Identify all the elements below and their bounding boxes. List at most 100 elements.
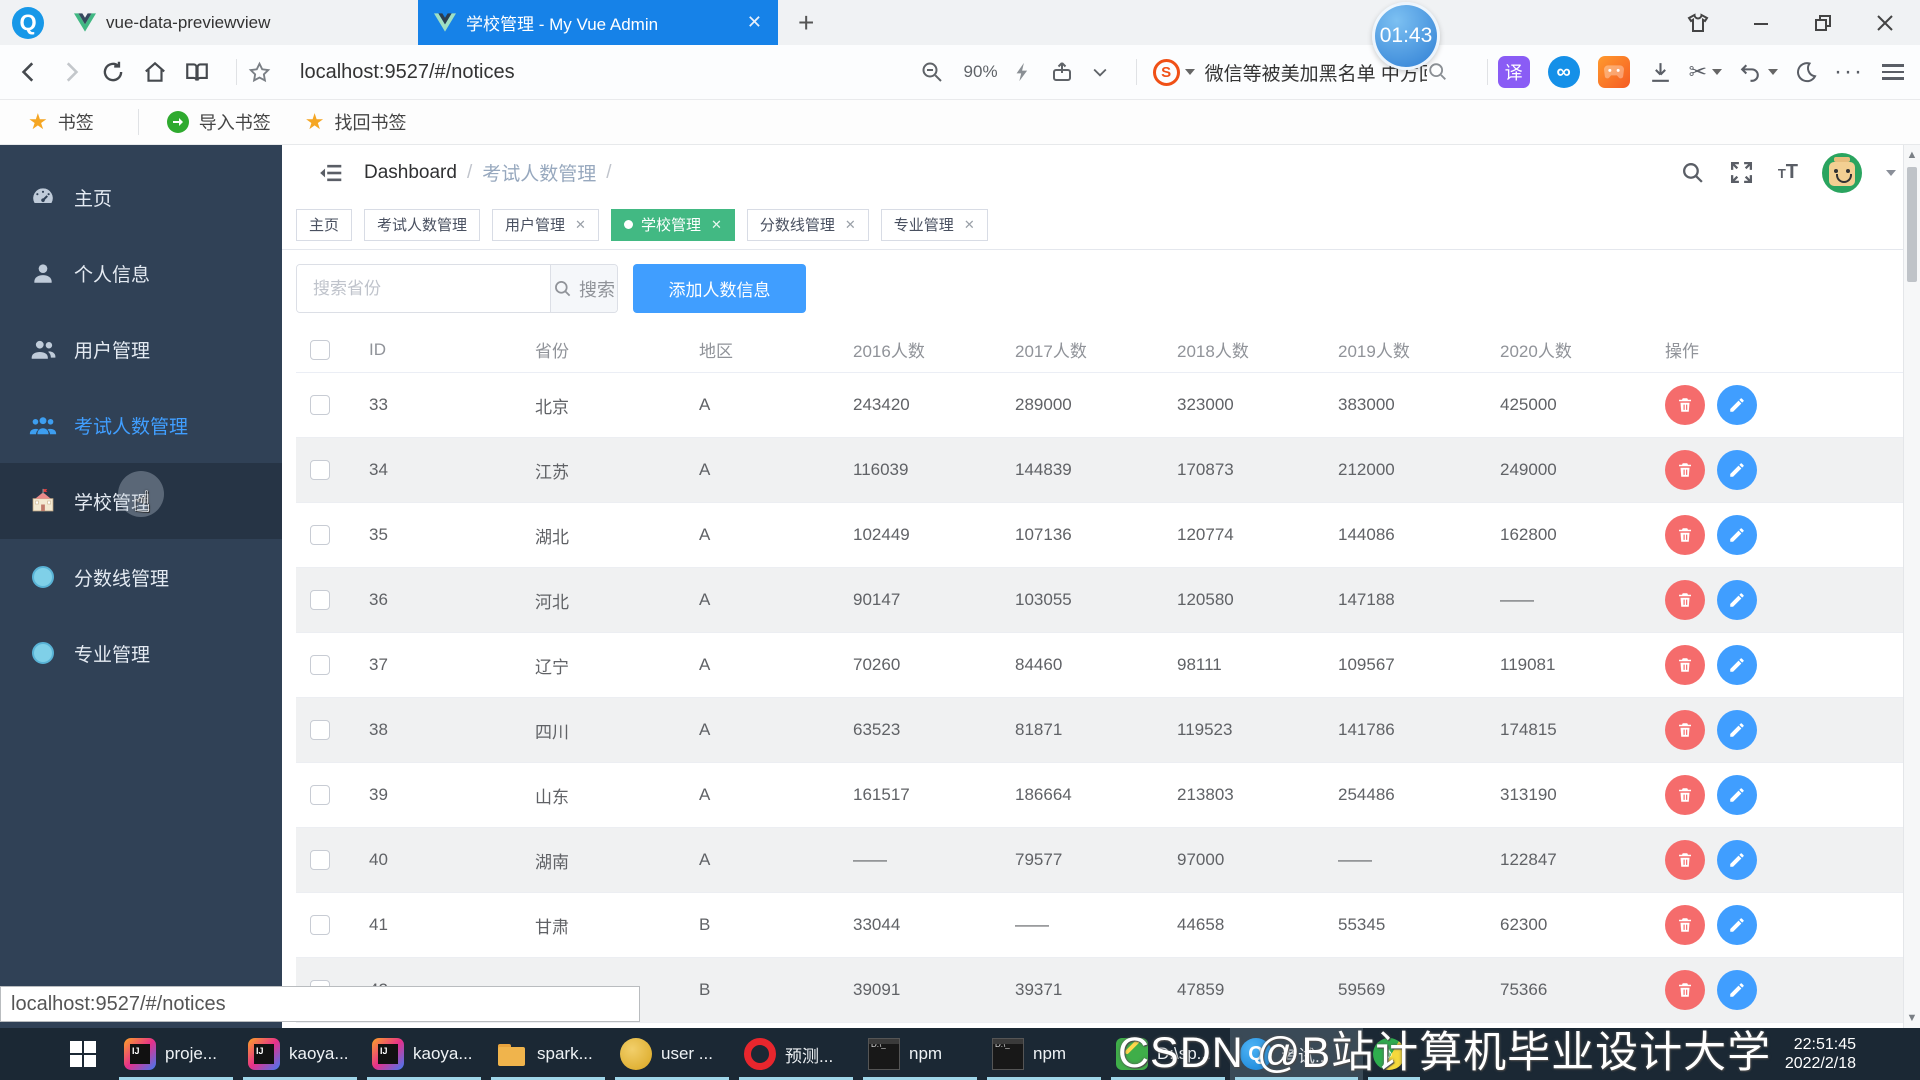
avatar-caret-icon[interactable] [1886,170,1896,176]
tag-close-icon[interactable]: ✕ [575,217,586,233]
forward-button[interactable] [58,59,84,85]
back-button[interactable] [16,59,42,85]
taskbar-item-intellij-3[interactable]: IJ kaoya... [362,1028,486,1080]
sogou-icon[interactable]: S [1153,59,1180,86]
more-menu-icon[interactable]: ··· [1834,58,1864,86]
add-record-button[interactable]: 添加人数信息 [633,264,806,313]
delete-button[interactable] [1665,710,1705,750]
tag-schools-active[interactable]: 学校管理✕ [611,209,735,241]
row-checkbox[interactable] [310,850,330,870]
browser-logo-icon[interactable]: Q [12,7,44,39]
row-checkbox[interactable] [310,525,330,545]
browser-tab-2[interactable]: 学校管理 - My Vue Admin ✕ [418,0,778,45]
minimize-button[interactable] [1750,12,1772,34]
edit-button[interactable] [1717,710,1757,750]
chevron-down-icon[interactable] [1090,62,1110,82]
home-button[interactable] [142,59,168,85]
scroll-down-icon[interactable]: ▼ [1904,1012,1920,1024]
night-mode-icon[interactable] [1794,60,1818,84]
taskbar-item-navicat[interactable]: user ... [610,1028,734,1080]
collect-icon[interactable]: ∞ [1548,56,1580,88]
delete-button[interactable] [1665,775,1705,815]
row-checkbox[interactable] [310,590,330,610]
edit-button[interactable] [1717,645,1757,685]
search-icon[interactable] [1427,61,1449,83]
games-icon[interactable] [1598,56,1630,88]
url-field[interactable]: localhost:9527/#/notices [300,61,920,84]
tag-users[interactable]: 用户管理✕ [492,209,599,241]
avatar[interactable] [1822,153,1862,193]
screenshot-scissors-icon[interactable]: ✂ [1689,60,1722,85]
flash-icon[interactable] [1012,60,1034,84]
edit-button[interactable] [1717,840,1757,880]
zoom-level[interactable]: 90% [964,62,998,82]
scrollbar-thumb[interactable] [1907,167,1917,282]
import-bookmarks[interactable]: 导入书签 [167,109,271,135]
sidebar-item-exam-numbers[interactable]: 考试人数管理 [0,387,282,463]
restore-button[interactable] [1812,12,1834,34]
sidebar-item-home[interactable]: 主页 [0,159,282,235]
row-checkbox[interactable] [310,395,330,415]
edit-button[interactable] [1717,450,1757,490]
scroll-up-icon[interactable]: ▲ [1904,149,1920,161]
edit-button[interactable] [1717,905,1757,945]
delete-button[interactable] [1665,385,1705,425]
sidebar-item-score-lines[interactable]: 分数线管理 [0,539,282,615]
share-icon[interactable] [1050,60,1074,84]
taskbar-item-intellij-2[interactable]: IJ kaoya... [238,1028,362,1080]
sidebar-item-majors[interactable]: 专业管理 [0,615,282,691]
taskbar-item-npm-1[interactable]: npm [858,1028,982,1080]
delete-button[interactable] [1665,515,1705,555]
taskbar-item-npm-2[interactable]: npm [982,1028,1106,1080]
start-button[interactable] [52,1028,114,1080]
tag-close-icon[interactable]: ✕ [711,217,722,233]
delete-button[interactable] [1665,970,1705,1010]
tag-exam-numbers[interactable]: 考试人数管理 [364,209,480,241]
edit-button[interactable] [1717,515,1757,555]
row-checkbox[interactable] [310,720,330,740]
delete-button[interactable] [1665,840,1705,880]
engine-caret-icon[interactable] [1185,69,1195,75]
edit-button[interactable] [1717,970,1757,1010]
sidebar-item-profile[interactable]: 个人信息 [0,235,282,311]
taskbar-item-folder[interactable]: spark... [486,1028,610,1080]
tag-close-icon[interactable]: ✕ [845,217,856,233]
skin-icon[interactable] [1686,11,1710,35]
tag-close-icon[interactable]: ✕ [964,217,975,233]
delete-button[interactable] [1665,905,1705,945]
recover-bookmarks[interactable]: ★ 找回书签 [305,109,407,135]
main-menu-icon[interactable] [1882,60,1904,84]
collapse-sidebar-icon[interactable] [318,160,344,186]
close-button[interactable] [1874,12,1896,34]
reload-button[interactable] [100,59,126,85]
row-checkbox[interactable] [310,655,330,675]
taskbar-item-opera[interactable]: 预测... [734,1028,858,1080]
tag-majors[interactable]: 专业管理✕ [881,209,988,241]
tag-score-lines[interactable]: 分数线管理✕ [747,209,869,241]
font-size-icon[interactable]: TT [1778,161,1798,184]
edit-button[interactable] [1717,385,1757,425]
search-button[interactable]: 搜索 [550,265,617,312]
sidebar-item-users[interactable]: 用户管理 [0,311,282,387]
tab-close-icon[interactable]: ✕ [729,12,762,33]
fullscreen-icon[interactable] [1729,160,1754,185]
row-checkbox[interactable] [310,915,330,935]
delete-button[interactable] [1665,580,1705,620]
page-scrollbar[interactable]: ▲ ▼ [1903,145,1920,1028]
breadcrumb-root[interactable]: Dashboard [364,162,457,184]
zoom-out-icon[interactable] [920,60,944,84]
sidebar-item-schools[interactable]: 学校管理 ☝ [0,463,282,539]
new-tab-button[interactable]: + [798,7,814,39]
translate-icon[interactable]: 译 [1498,56,1530,88]
undo-icon[interactable] [1738,60,1778,85]
download-icon[interactable] [1648,60,1673,85]
province-search-input[interactable] [297,265,550,312]
taskbar-clock[interactable]: 22:51:45 2022/2/18 [1785,1035,1856,1073]
edit-button[interactable] [1717,775,1757,815]
select-all-checkbox[interactable] [310,340,330,360]
header-search-icon[interactable] [1680,160,1705,185]
delete-button[interactable] [1665,645,1705,685]
bookmark-folder[interactable]: ★ 书签 [28,109,94,135]
browser-tab-1[interactable]: vue-data-previewview [58,0,418,45]
reading-list-icon[interactable] [184,59,210,85]
